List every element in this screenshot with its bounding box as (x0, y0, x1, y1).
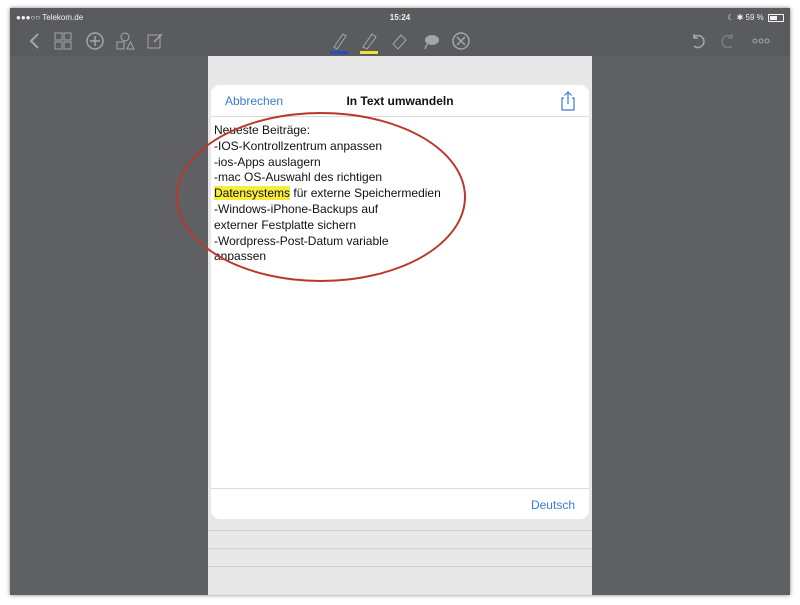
battery-percent: 59 % (745, 13, 764, 22)
battery-indicator: ☾ ✱ 59 % (727, 13, 784, 22)
eraser-icon[interactable] (388, 30, 410, 52)
dialog-footer: Deutsch (211, 488, 589, 519)
shapes-icon[interactable] (114, 30, 136, 52)
battery-icon (768, 13, 784, 22)
undo-icon[interactable] (686, 30, 708, 52)
clock: 15:24 (389, 13, 411, 22)
lasso-icon[interactable] (420, 30, 442, 52)
bluetooth-icon: ✱ (736, 13, 744, 22)
close-circle-icon[interactable] (450, 30, 472, 52)
language-button[interactable]: Deutsch (531, 498, 575, 512)
add-circle-icon[interactable] (84, 30, 106, 52)
pen-color-indicator (330, 51, 348, 54)
dialog-header: Abbrechen In Text umwandeln (211, 85, 589, 117)
annotation-ellipse (176, 112, 466, 282)
edit-icon[interactable] (144, 30, 166, 52)
grid-icon[interactable] (52, 30, 74, 52)
moon-icon: ☾ (727, 13, 735, 22)
page-rule (208, 530, 592, 531)
dialog-title: In Text umwandeln (346, 94, 454, 108)
share-icon[interactable] (559, 91, 577, 111)
back-chevron-icon[interactable] (24, 30, 46, 52)
highlighter-color-indicator (360, 51, 378, 54)
redo-icon[interactable] (718, 30, 740, 52)
toolbar (10, 26, 790, 56)
pen-icon[interactable] (328, 30, 350, 54)
page-rule (208, 566, 592, 567)
page-rule (208, 548, 592, 549)
highlighter-icon[interactable] (358, 30, 380, 54)
status-bar: ●●●○○ Telekom.de 15:24 ☾ ✱ 59 % (10, 8, 790, 26)
more-icon[interactable] (750, 30, 772, 52)
